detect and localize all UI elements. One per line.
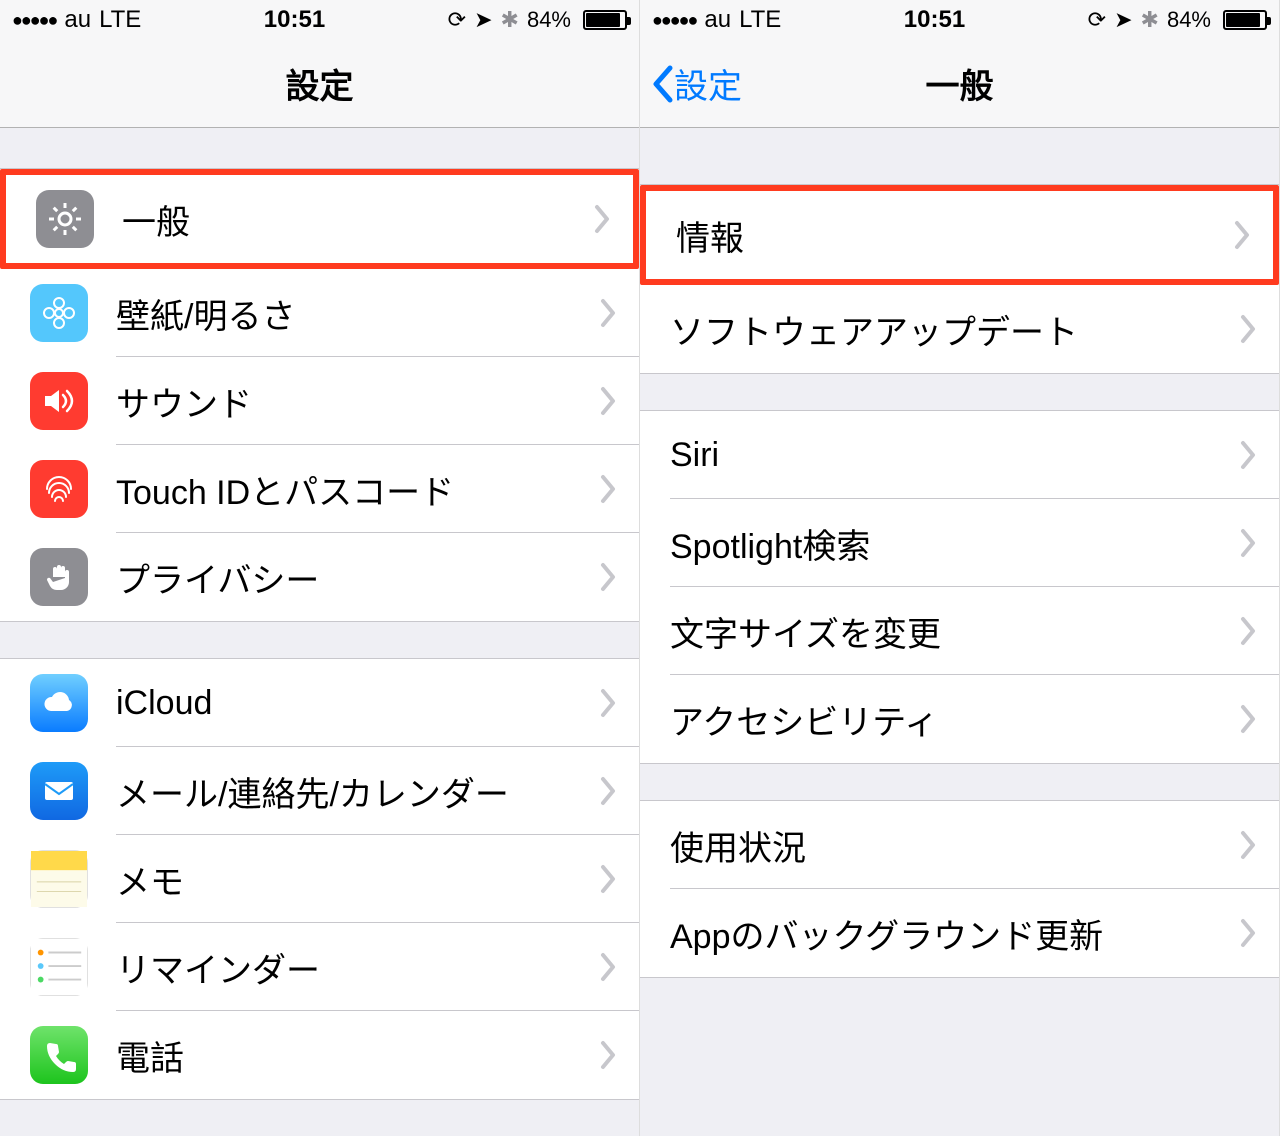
chevron-right-icon [1239, 440, 1257, 470]
signal-dots-icon: ●●●●● [652, 10, 696, 31]
battery-pct: 84% [1167, 7, 1211, 33]
row-label: 電話 [116, 1031, 599, 1080]
carrier-label: au [704, 6, 731, 34]
row-label: サウンド [116, 377, 599, 426]
settings-row-phone[interactable]: 電話 [0, 1011, 639, 1099]
settings-row-fingerprint[interactable]: Touch IDとパスコード [0, 445, 639, 533]
general-row[interactable]: Spotlight検索 [640, 499, 1279, 587]
chevron-right-icon [1239, 830, 1257, 860]
chevron-right-icon [1239, 528, 1257, 558]
status-right: ⟳ ➤ ✱ 84% [1088, 7, 1267, 33]
nav-bar: 設定 [0, 40, 639, 128]
status-time: 10:51 [904, 6, 965, 34]
battery-icon [579, 10, 627, 30]
row-label: 使用状況 [670, 821, 1239, 870]
nav-bar: 設定 一般 [640, 40, 1279, 128]
phone-icon [30, 1026, 88, 1084]
row-label: Siri [670, 436, 1239, 475]
row-label: アクセシビリティ [670, 695, 1239, 744]
chevron-right-icon [1233, 220, 1251, 250]
flower-icon [30, 284, 88, 342]
general-row[interactable]: Siri [640, 411, 1279, 499]
back-label: 設定 [674, 59, 742, 108]
chevron-right-icon [599, 952, 617, 982]
status-time: 10:51 [264, 6, 325, 34]
general-row[interactable]: ソフトウェアアップデート [640, 285, 1279, 373]
screen-general: ●●●●● au LTE 10:51 ⟳ ➤ ✱ 84% 設定 一般 情報ソフト… [640, 0, 1280, 1136]
general-row[interactable]: 文字サイズを変更 [640, 587, 1279, 675]
hand-icon [30, 548, 88, 606]
chevron-right-icon [599, 776, 617, 806]
chevron-right-icon [593, 204, 611, 234]
row-label: Spotlight検索 [670, 519, 1239, 568]
row-label: プライバシー [116, 553, 599, 602]
settings-row-reminders[interactable]: リマインダー [0, 923, 639, 1011]
status-left: ●●●●● au LTE [12, 6, 141, 34]
carrier-label: au [64, 6, 91, 34]
row-label: 壁紙/明るさ [116, 289, 599, 338]
chevron-right-icon [599, 1040, 617, 1070]
notes-icon [30, 850, 88, 908]
row-label: iCloud [116, 684, 599, 723]
status-left: ●●●●● au LTE [652, 6, 781, 34]
row-label: 文字サイズを変更 [670, 607, 1239, 656]
orientation-lock-icon: ⟳ [448, 7, 466, 33]
general-row[interactable]: アクセシビリティ [640, 675, 1279, 763]
network-label: LTE [99, 6, 141, 34]
orientation-lock-icon: ⟳ [1088, 7, 1106, 33]
screen-settings: ●●●●● au LTE 10:51 ⟳ ➤ ✱ 84% 設定 一般壁紙/明るさ… [0, 0, 640, 1136]
chevron-right-icon [599, 864, 617, 894]
status-bar: ●●●●● au LTE 10:51 ⟳ ➤ ✱ 84% [640, 0, 1279, 40]
speaker-icon [30, 372, 88, 430]
chevron-right-icon [1239, 314, 1257, 344]
general-row[interactable]: Appのバックグラウンド更新 [640, 889, 1279, 977]
chevron-right-icon [599, 474, 617, 504]
chevron-right-icon [599, 298, 617, 328]
chevron-right-icon [1239, 918, 1257, 948]
location-icon: ➤ [474, 7, 492, 33]
settings-row-gear[interactable]: 一般 [6, 175, 633, 263]
page-title: 一般 [926, 59, 994, 108]
gear-icon [36, 190, 94, 248]
settings-row-speaker[interactable]: サウンド [0, 357, 639, 445]
row-label: Appのバックグラウンド更新 [670, 909, 1239, 958]
battery-icon [1219, 10, 1267, 30]
signal-dots-icon: ●●●●● [12, 10, 56, 31]
bluetooth-icon: ✱ [501, 7, 519, 33]
page-title: 設定 [286, 59, 354, 108]
mail-icon [30, 762, 88, 820]
chevron-right-icon [1239, 616, 1257, 646]
network-label: LTE [739, 6, 781, 34]
row-label: ソフトウェアアップデート [670, 305, 1239, 354]
fingerprint-icon [30, 460, 88, 518]
chevron-right-icon [599, 688, 617, 718]
general-row[interactable]: 情報 [646, 191, 1273, 279]
bluetooth-icon: ✱ [1141, 7, 1159, 33]
row-label: 一般 [122, 195, 593, 244]
settings-row-mail[interactable]: メール/連絡先/カレンダー [0, 747, 639, 835]
row-label: Touch IDとパスコード [116, 465, 599, 514]
battery-pct: 84% [527, 7, 571, 33]
settings-row-cloud[interactable]: iCloud [0, 659, 639, 747]
cloud-icon [30, 674, 88, 732]
settings-row-hand[interactable]: プライバシー [0, 533, 639, 621]
status-right: ⟳ ➤ ✱ 84% [448, 7, 627, 33]
status-bar: ●●●●● au LTE 10:51 ⟳ ➤ ✱ 84% [0, 0, 639, 40]
row-label: リマインダー [116, 943, 599, 992]
reminders-icon [30, 938, 88, 996]
general-row[interactable]: 使用状況 [640, 801, 1279, 889]
chevron-right-icon [599, 562, 617, 592]
chevron-right-icon [1239, 704, 1257, 734]
chevron-right-icon [599, 386, 617, 416]
row-label: 情報 [676, 211, 1233, 260]
location-icon: ➤ [1114, 7, 1132, 33]
settings-row-flower[interactable]: 壁紙/明るさ [0, 269, 639, 357]
settings-row-notes[interactable]: メモ [0, 835, 639, 923]
row-label: メモ [116, 855, 599, 904]
row-label: メール/連絡先/カレンダー [116, 767, 599, 816]
chevron-left-icon [650, 64, 674, 104]
back-button[interactable]: 設定 [650, 59, 742, 108]
